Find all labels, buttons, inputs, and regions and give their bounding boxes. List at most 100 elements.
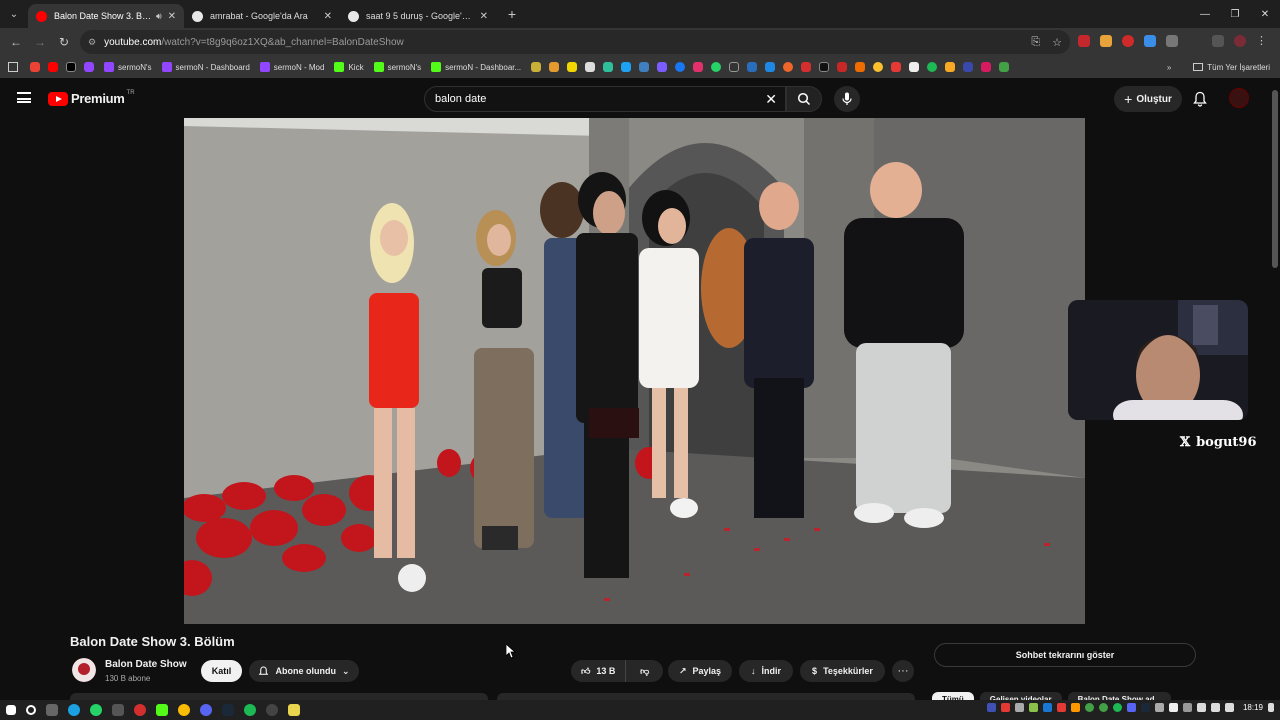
x-icon[interactable]: [66, 62, 76, 72]
bookmark-icon[interactable]: [603, 62, 614, 72]
bookmark-star-icon[interactable]: ☆: [1052, 36, 1062, 49]
spotify-icon[interactable]: [927, 62, 938, 72]
bookmark-icon[interactable]: [657, 62, 668, 72]
bookmark-icon[interactable]: [729, 62, 740, 72]
tab-close-icon[interactable]: ✕: [324, 11, 332, 22]
spotify-icon[interactable]: [244, 704, 256, 716]
tray-icon[interactable]: [1126, 703, 1136, 712]
search-input[interactable]: balon date ✕: [424, 86, 786, 112]
browser-menu-icon[interactable]: ⋮: [1256, 34, 1267, 47]
twitch-icon[interactable]: [84, 62, 94, 72]
search-button[interactable]: [786, 86, 822, 112]
tab-close-icon[interactable]: ✕: [480, 11, 488, 22]
facebook-icon[interactable]: [675, 62, 686, 72]
bookmark-icon[interactable]: [891, 62, 902, 72]
tray-icon[interactable]: [986, 703, 996, 712]
bookmark-item[interactable]: sermoN's: [373, 62, 421, 72]
bookmark-icon[interactable]: [909, 62, 920, 72]
tab-saat-search[interactable]: saat 9 5 duruş - Google'da Ara ✕: [340, 4, 496, 28]
network-icon[interactable]: [1210, 703, 1220, 712]
video-player[interactable]: [184, 118, 1085, 624]
volume-icon[interactable]: [1224, 703, 1234, 712]
instagram-icon[interactable]: [693, 62, 704, 72]
bookmark-icon[interactable]: [999, 62, 1010, 72]
clear-search-icon[interactable]: ✕: [765, 91, 777, 108]
steam-icon[interactable]: [222, 704, 234, 716]
bookmark-item[interactable]: sermoN's: [104, 62, 152, 72]
bookmark-icon[interactable]: [873, 62, 884, 72]
tab-close-icon[interactable]: ✕: [168, 11, 176, 22]
install-app-icon[interactable]: ⎘: [1031, 36, 1040, 49]
app-icon[interactable]: [288, 704, 300, 716]
bookmark-icon[interactable]: [585, 62, 596, 72]
bookmark-item[interactable]: sermoN - Dashboard: [161, 62, 250, 72]
chrome-icon[interactable]: [178, 704, 190, 716]
new-tab-button[interactable]: +: [500, 6, 524, 22]
tray-icon[interactable]: [1182, 703, 1192, 712]
speaker-icon[interactable]: 🔊︎: [156, 11, 162, 22]
microphone-icon[interactable]: [1196, 703, 1206, 712]
start-windows-icon[interactable]: [6, 705, 16, 715]
reload-icon[interactable]: ↻: [52, 30, 76, 54]
forward-arrow-icon[interactable]: →: [28, 30, 52, 54]
site-info-icon[interactable]: ⚙: [88, 37, 96, 48]
app-icon[interactable]: [112, 704, 124, 716]
tray-icon[interactable]: [1168, 703, 1178, 712]
menu-hamburger-icon[interactable]: [17, 92, 31, 103]
bookmark-icon[interactable]: [945, 62, 956, 72]
bookmark-icon[interactable]: [963, 62, 974, 72]
obs-icon[interactable]: [266, 704, 278, 716]
tray-icon[interactable]: [1140, 703, 1150, 712]
share-button[interactable]: ↗ Paylaş: [668, 660, 732, 682]
thanks-button[interactable]: $ Teşekkürler: [800, 660, 885, 682]
create-button[interactable]: + Oluştur: [1114, 86, 1182, 112]
gmail-icon[interactable]: [30, 62, 40, 72]
tray-icon[interactable]: [1000, 703, 1010, 712]
notifications-bell-icon[interactable]: [1192, 91, 1208, 107]
close-window-button[interactable]: ✕: [1250, 0, 1280, 28]
bookmark-item[interactable]: Kick: [334, 62, 364, 72]
bookmark-icon[interactable]: [549, 62, 560, 72]
extensions-puzzle-icon[interactable]: [1166, 34, 1178, 47]
bookmark-icon[interactable]: [819, 62, 830, 72]
bookmark-icon[interactable]: [621, 62, 632, 72]
join-button[interactable]: Katıl: [201, 660, 242, 682]
clock[interactable]: 18:19: [1243, 703, 1263, 712]
tray-icon[interactable]: [1056, 703, 1066, 712]
bookmark-icon[interactable]: [855, 62, 866, 72]
like-button[interactable]: 👍︎ 13 B: [571, 660, 627, 682]
show-chat-replay-button[interactable]: Sohbet tekrarını göster: [934, 643, 1196, 667]
discord-icon[interactable]: [200, 704, 212, 716]
subscribed-button[interactable]: Abone olundu ⌄: [249, 660, 359, 682]
tray-icon[interactable]: [1154, 703, 1164, 712]
task-view-icon[interactable]: [46, 704, 58, 716]
kick-icon[interactable]: [156, 704, 168, 716]
bookmark-icon[interactable]: [837, 62, 848, 72]
tray-icon[interactable]: [1014, 703, 1024, 712]
tray-icon[interactable]: [1098, 703, 1108, 712]
bookmark-icon[interactable]: [981, 62, 992, 72]
minimize-button[interactable]: —: [1190, 0, 1220, 28]
tray-icon[interactable]: [1070, 703, 1080, 712]
bookmark-icon[interactable]: [567, 62, 578, 72]
app-icon[interactable]: [134, 704, 146, 716]
tray-icon[interactable]: [1042, 703, 1052, 712]
notifications-icon[interactable]: [1268, 703, 1274, 712]
bookmark-item[interactable]: sermoN - Mod: [259, 62, 324, 72]
extension-icon[interactable]: [1122, 34, 1134, 47]
url-field[interactable]: ⚙ youtube.com/watch?v=t8g9q6oz1XQ&ab_cha…: [80, 30, 1070, 54]
more-bookmarks-chevron-icon[interactable]: »: [1167, 63, 1171, 72]
whatsapp-icon[interactable]: [711, 62, 722, 72]
tab-balon-date-show[interactable]: Balon Date Show 3. Bölüm 🔊︎ ✕: [28, 4, 184, 28]
bookmark-icon[interactable]: [531, 62, 542, 72]
account-avatar[interactable]: [1229, 88, 1249, 108]
extension-icon[interactable]: [1078, 34, 1090, 47]
media-control-icon[interactable]: [1212, 34, 1224, 47]
bookmark-item[interactable]: sermoN - Dashboar...: [431, 62, 521, 72]
dislike-button[interactable]: 👎︎: [626, 660, 663, 682]
bookmark-icon[interactable]: [783, 62, 794, 72]
tab-search-chevron-icon[interactable]: ⌄: [0, 0, 28, 28]
whatsapp-icon[interactable]: [90, 704, 102, 716]
page-scrollbar[interactable]: [1272, 90, 1278, 268]
bookmark-icon[interactable]: [765, 62, 776, 72]
